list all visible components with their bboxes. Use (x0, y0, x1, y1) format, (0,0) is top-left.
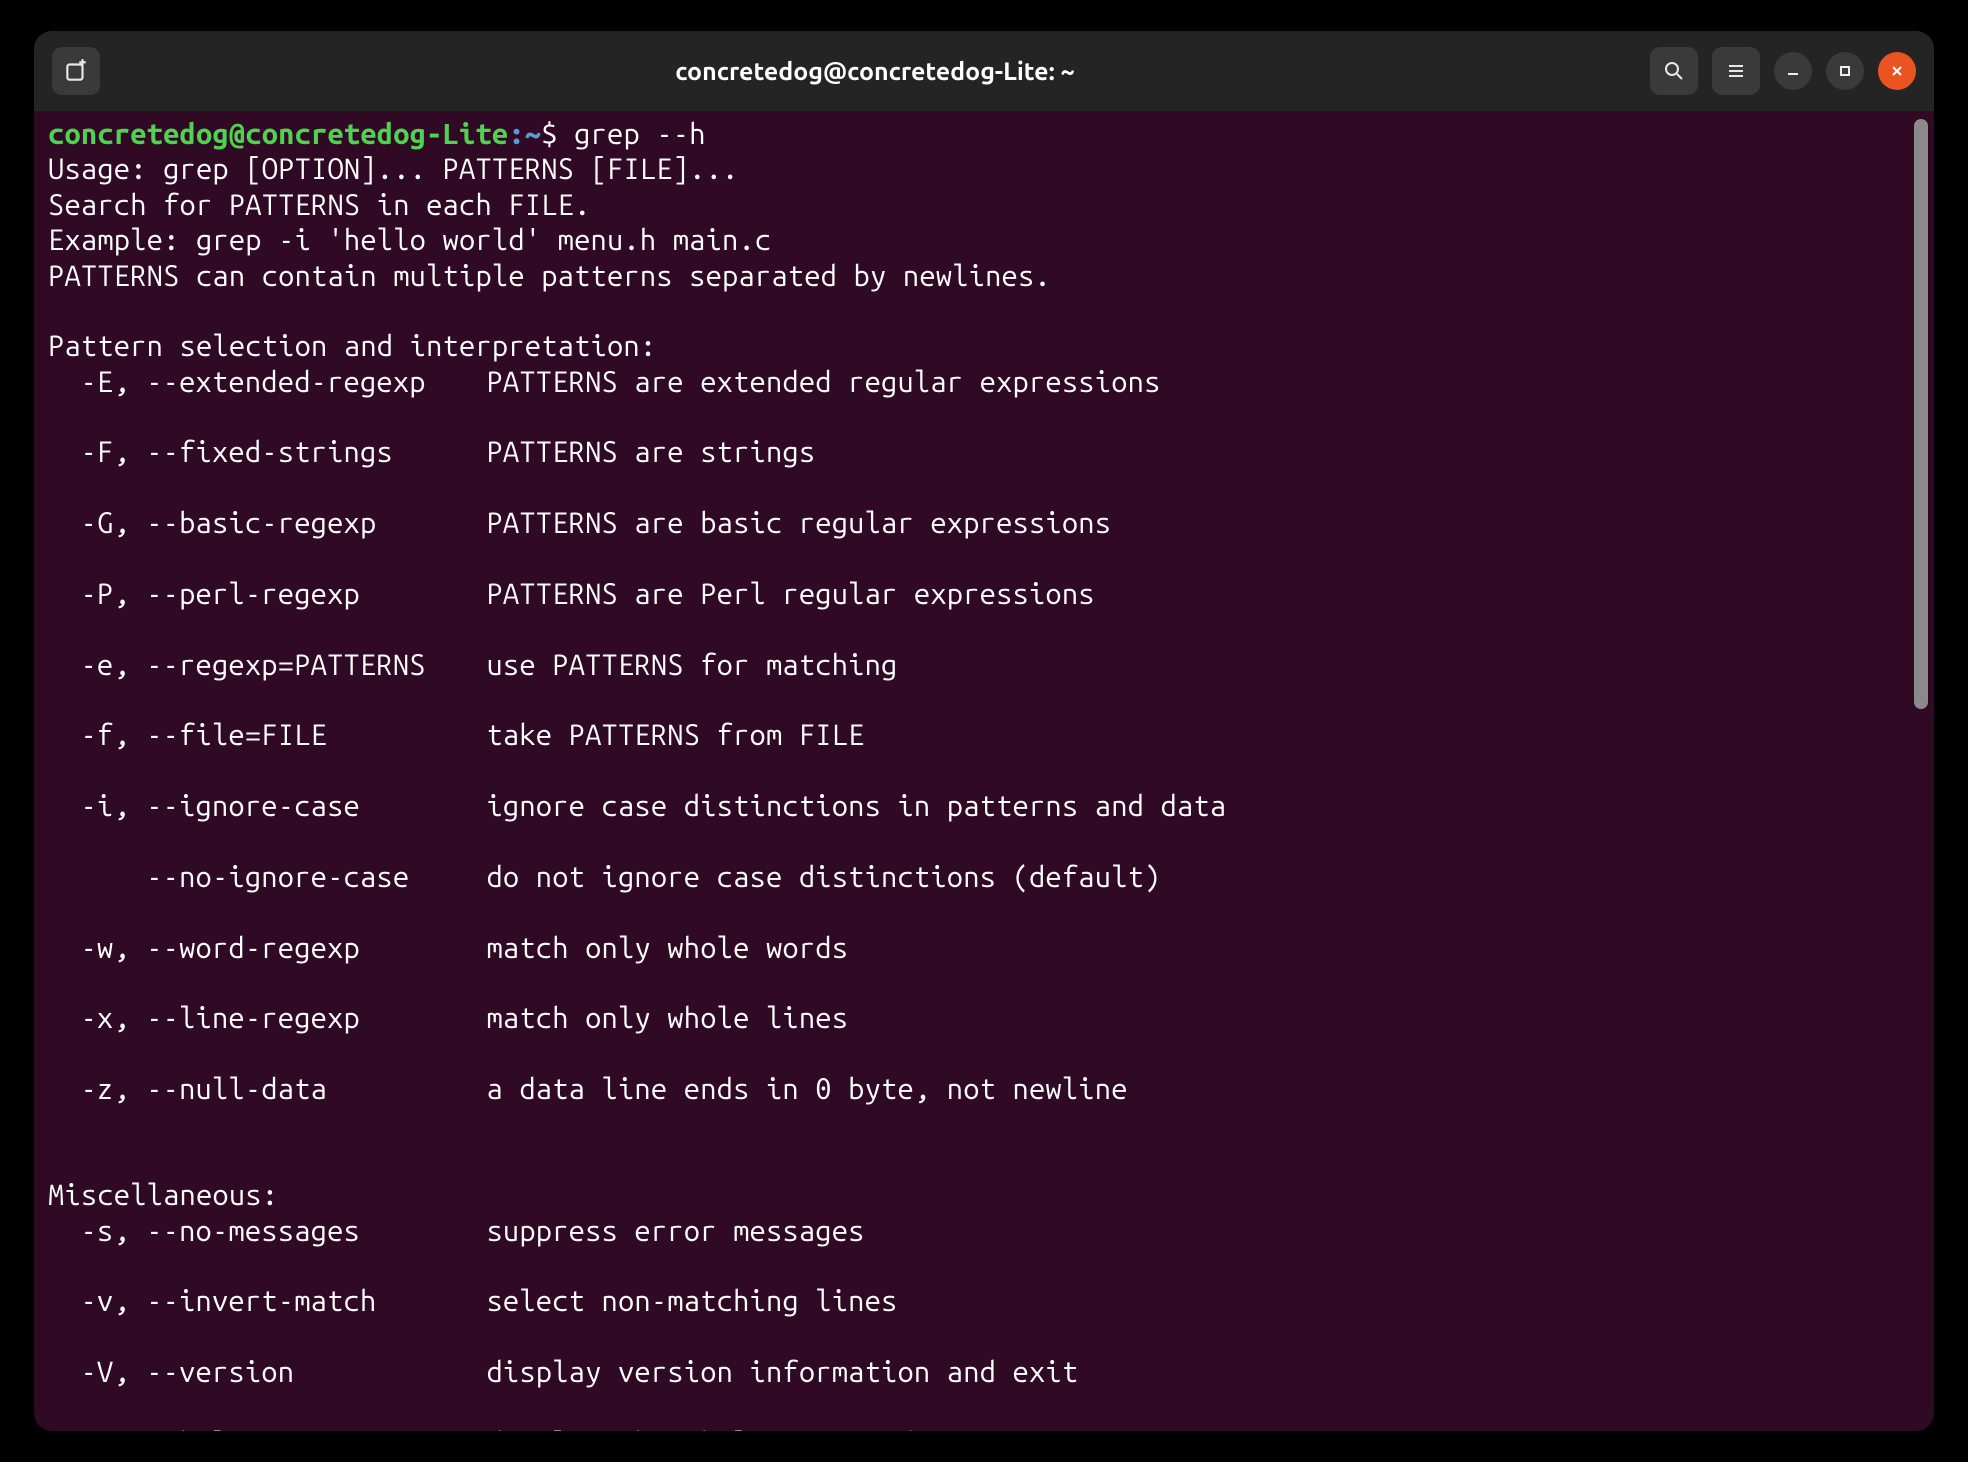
option-flags: -z, --null-data (80, 1072, 486, 1107)
option-row: -P, --perl-regexpPATTERNS are Perl regul… (48, 577, 1920, 612)
option-flags: --help (80, 1426, 486, 1431)
option-desc: do not ignore case distinctions (default… (486, 860, 1160, 895)
option-desc: display version information and exit (486, 1355, 1078, 1390)
command-text: grep --h (574, 118, 706, 150)
new-tab-icon (63, 58, 89, 84)
prompt-user-host: concretedog@concretedog-Lite (48, 118, 508, 150)
option-flags: -e, --regexp=PATTERNS (80, 648, 486, 683)
maximize-icon (1838, 64, 1852, 78)
prompt-sep: : (508, 118, 524, 150)
window-title: concretedog@concretedog-Lite: ~ (114, 57, 1636, 85)
section-heading: Miscellaneous: (48, 1179, 278, 1211)
option-flags: -f, --file=FILE (80, 718, 486, 753)
scrollbar-thumb[interactable] (1914, 119, 1928, 709)
option-flags: -v, --invert-match (80, 1284, 486, 1319)
option-desc: PATTERNS are basic regular expressions (486, 506, 1111, 541)
option-flags: -G, --basic-regexp (80, 506, 486, 541)
option-flags: -s, --no-messages (80, 1214, 486, 1249)
option-desc: suppress error messages (486, 1214, 864, 1249)
prompt-dollar: $ (541, 118, 557, 150)
option-desc: PATTERNS are Perl regular expressions (486, 577, 1094, 612)
option-flags: -E, --extended-regexp (80, 365, 486, 400)
hamburger-icon (1724, 59, 1748, 83)
option-row: -F, --fixed-stringsPATTERNS are strings (48, 435, 1920, 470)
option-row: -E, --extended-regexpPATTERNS are extend… (48, 365, 1920, 400)
close-icon (1889, 63, 1905, 79)
option-row: --no-ignore-casedo not ignore case disti… (48, 860, 1920, 895)
prompt-path: ~ (525, 118, 541, 150)
terminal-content: concretedog@concretedog-Lite:~$ grep --h… (34, 111, 1934, 1431)
option-desc: PATTERNS are extended regular expression… (486, 365, 1160, 400)
menu-button[interactable] (1712, 47, 1760, 95)
option-desc: PATTERNS are strings (486, 435, 815, 470)
option-row: -x, --line-regexpmatch only whole lines (48, 1001, 1920, 1036)
titlebar: concretedog@concretedog-Lite: ~ (34, 31, 1934, 111)
option-desc: select non-matching lines (486, 1284, 897, 1319)
close-button[interactable] (1878, 52, 1916, 90)
option-row: -s, --no-messagessuppress error messages (48, 1214, 1920, 1249)
option-flags: -w, --word-regexp (80, 931, 486, 966)
option-desc: use PATTERNS for matching (486, 648, 897, 683)
option-desc: match only whole lines (486, 1001, 848, 1036)
option-row: --helpdisplay this help text and exit (48, 1426, 1920, 1431)
option-desc: ignore case distinctions in patterns and… (486, 789, 1226, 824)
option-row: -e, --regexp=PATTERNSuse PATTERNS for ma… (48, 648, 1920, 683)
search-icon (1662, 59, 1686, 83)
option-flags: -V, --version (80, 1355, 486, 1390)
option-desc: match only whole words (486, 931, 848, 966)
minimize-button[interactable] (1774, 52, 1812, 90)
option-row: -f, --file=FILEtake PATTERNS from FILE (48, 718, 1920, 753)
option-desc: display this help text and exit (486, 1426, 996, 1431)
minimize-icon (1785, 63, 1801, 79)
terminal-window: concretedog@concretedog-Lite: ~ (34, 31, 1934, 1431)
option-flags: --no-ignore-case (80, 860, 486, 895)
option-row: -z, --null-dataa data line ends in 0 byt… (48, 1072, 1920, 1107)
option-row: -w, --word-regexpmatch only whole words (48, 931, 1920, 966)
search-button[interactable] (1650, 47, 1698, 95)
new-tab-button[interactable] (52, 47, 100, 95)
option-row: -V, --versiondisplay version information… (48, 1355, 1920, 1390)
option-row: -G, --basic-regexpPATTERNS are basic reg… (48, 506, 1920, 541)
option-flags: -F, --fixed-strings (80, 435, 486, 470)
option-row: -v, --invert-matchselect non-matching li… (48, 1284, 1920, 1319)
terminal-body[interactable]: concretedog@concretedog-Lite:~$ grep --h… (34, 111, 1934, 1431)
intro-line: Search for PATTERNS in each FILE. (48, 189, 591, 221)
maximize-button[interactable] (1826, 52, 1864, 90)
option-flags: -P, --perl-regexp (80, 577, 486, 612)
option-flags: -x, --line-regexp (80, 1001, 486, 1036)
option-flags: -i, --ignore-case (80, 789, 486, 824)
intro-line: Usage: grep [OPTION]... PATTERNS [FILE].… (48, 153, 738, 185)
option-row: -i, --ignore-caseignore case distinction… (48, 789, 1920, 824)
section-heading: Pattern selection and interpretation: (48, 330, 656, 362)
option-desc: a data line ends in 0 byte, not newline (486, 1072, 1127, 1107)
intro-line: Example: grep -i 'hello world' menu.h ma… (48, 224, 771, 256)
option-desc: take PATTERNS from FILE (486, 718, 864, 753)
intro-line: PATTERNS can contain multiple patterns s… (48, 260, 1051, 292)
